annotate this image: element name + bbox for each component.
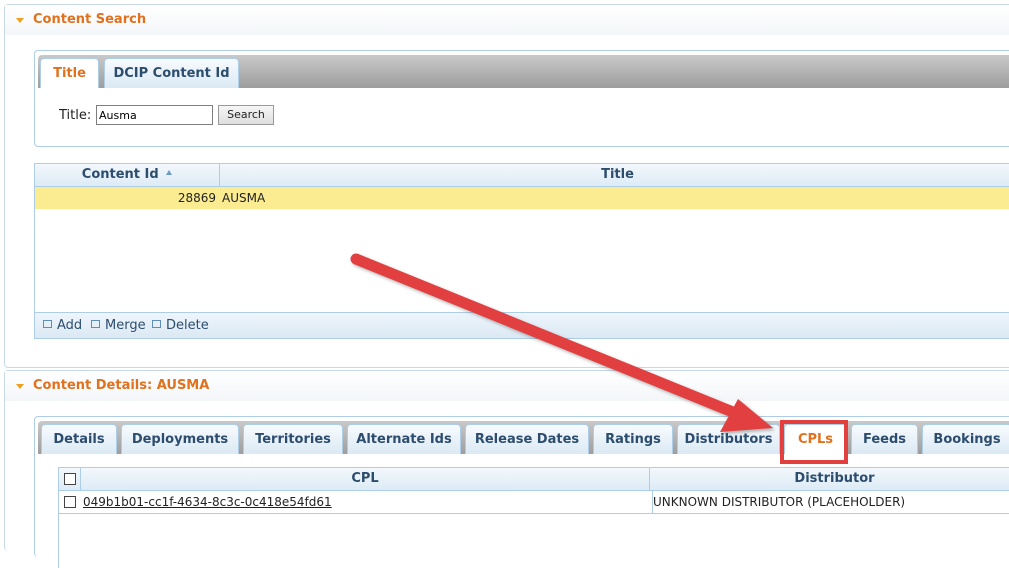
cpls-highlight-box (780, 420, 848, 464)
content-results-grid: Content Id Title 28869 AUSMA Add Merge D… (34, 163, 1009, 339)
content-search-title: Content Search (33, 12, 147, 27)
content-details-panel: Content Details: AUSMA Details Deploymen… (4, 370, 1009, 568)
delete-label: Delete (166, 318, 209, 333)
details-tab-container: Details Deployments Territories Alternat… (34, 416, 1009, 568)
content-search-header[interactable]: Content Search (5, 5, 1009, 35)
table-row[interactable]: 28869 AUSMA (35, 187, 1009, 209)
add-label: Add (57, 318, 83, 333)
cell-content-id: 28869 (177, 191, 216, 205)
col-title-label: Title (601, 167, 634, 182)
results-grid-header: Content Id Title (35, 164, 1009, 187)
tab-details[interactable]: Details (41, 424, 117, 454)
tab-deployments-label: Deployments (131, 432, 229, 447)
tab-title-label: Title (53, 66, 86, 81)
cpl-grid: CPL Distributor 049b1b01-cc1f-4634-8c3c-… (58, 467, 1009, 568)
title-field-label: Title: (59, 108, 92, 123)
col-content-id-label: Content Id (81, 167, 159, 182)
title-search-input[interactable] (96, 105, 213, 125)
add-icon (43, 320, 52, 328)
tab-alternate-ids[interactable]: Alternate Ids (347, 424, 461, 454)
tab-dcip-label: DCIP Content Id (113, 66, 230, 81)
search-form-box: Title DCIP Content Id Title: Search (34, 50, 1009, 147)
search-button[interactable]: Search (218, 105, 274, 125)
collapse-caret-icon[interactable] (16, 18, 24, 23)
tab-distributors[interactable]: Distributors (677, 424, 780, 454)
tab-deployments[interactable]: Deployments (121, 424, 239, 454)
merge-icon (91, 320, 100, 328)
col-cpl-label: CPL (351, 471, 379, 486)
tab-territories-label: Territories (255, 432, 331, 447)
col-distributor[interactable]: Distributor (650, 468, 1009, 490)
cell-title: AUSMA (222, 191, 266, 205)
content-details-header[interactable]: Content Details: AUSMA (5, 371, 1009, 401)
delete-icon (152, 320, 161, 328)
select-all-checkbox[interactable] (64, 473, 76, 485)
table-row[interactable]: 049b1b01-cc1f-4634-8c3c-0c418e54fd61 UNK… (59, 491, 1009, 514)
content-search-panel: Content Search Title DCIP Content Id Tit… (4, 4, 1009, 368)
row-checkbox[interactable] (64, 496, 76, 508)
col-content-id[interactable]: Content Id (35, 164, 220, 186)
tab-dcip-content-id[interactable]: DCIP Content Id (104, 58, 239, 88)
search-tabstrip: Title DCIP Content Id (38, 55, 1009, 88)
col-select-all (59, 468, 81, 490)
collapse-caret-icon[interactable] (16, 384, 24, 389)
col-cpl[interactable]: CPL (81, 468, 650, 490)
add-button[interactable]: Add (43, 313, 82, 338)
cpl-grid-header: CPL Distributor (59, 468, 1009, 491)
results-grid-footer: Add Merge Delete (35, 312, 1009, 338)
tab-feeds-label: Feeds (862, 432, 907, 447)
tab-feeds[interactable]: Feeds (851, 424, 918, 454)
tab-release-dates[interactable]: Release Dates (465, 424, 589, 454)
cell-distributor: UNKNOWN DISTRIBUTOR (PLACEHOLDER) (652, 491, 905, 513)
tab-distributors-label: Distributors (684, 432, 773, 447)
col-title[interactable]: Title (220, 164, 1009, 186)
cell-cpl-link[interactable]: 049b1b01-cc1f-4634-8c3c-0c418e54fd61 (83, 491, 332, 513)
tab-details-label: Details (53, 432, 105, 447)
merge-button[interactable]: Merge (91, 313, 146, 338)
col-distributor-label: Distributor (794, 471, 875, 486)
merge-label: Merge (105, 318, 146, 333)
tab-alternate-ids-label: Alternate Ids (356, 432, 452, 447)
tab-bookings[interactable]: Bookings (922, 424, 1009, 454)
tab-bookings-label: Bookings (933, 432, 1001, 447)
delete-button[interactable]: Delete (152, 313, 209, 338)
details-tabstrip: Details Deployments Territories Alternat… (38, 421, 1009, 454)
content-details-title: Content Details: AUSMA (33, 378, 210, 393)
sort-ascending-icon (166, 170, 173, 175)
tab-release-dates-label: Release Dates (474, 432, 580, 447)
tab-territories[interactable]: Territories (243, 424, 343, 454)
tab-ratings-label: Ratings (605, 432, 661, 447)
tab-ratings[interactable]: Ratings (593, 424, 673, 454)
tab-title[interactable]: Title (40, 58, 99, 88)
